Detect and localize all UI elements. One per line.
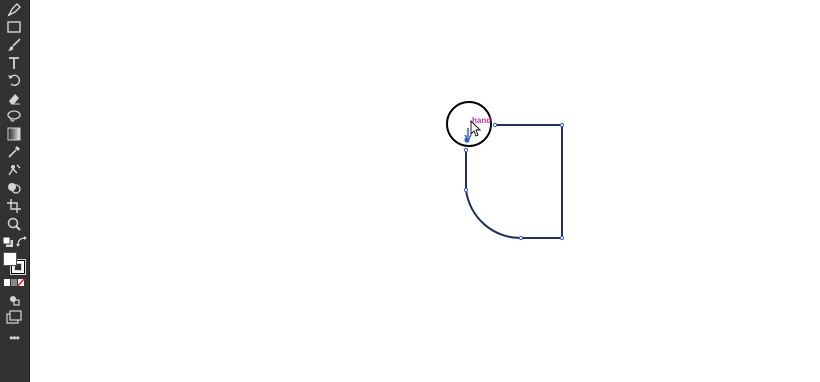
anchor-point — [492, 122, 498, 128]
swap-fill-stroke-icon[interactable] — [16, 236, 28, 248]
anchor-point — [559, 235, 565, 241]
shape-builder-tool-icon[interactable] — [3, 180, 25, 196]
eraser-tool-icon[interactable] — [3, 90, 25, 106]
tools-panel: ••• — [0, 0, 30, 382]
artwork-svg — [446, 101, 565, 241]
artboard-tool-icon[interactable] — [3, 198, 25, 214]
screen-mode-icon[interactable] — [3, 309, 25, 325]
eyedropper-tool-icon[interactable] — [3, 144, 25, 160]
more-tools-button[interactable]: ••• — [3, 332, 25, 346]
anchor-point — [518, 235, 524, 241]
zoom-tool-icon[interactable] — [3, 216, 25, 232]
lasso-tool-icon[interactable] — [3, 108, 25, 124]
puppet-warp-tool-icon[interactable] — [3, 162, 25, 178]
pen-tool-icon[interactable] — [3, 2, 25, 18]
rotate-tool-icon[interactable] — [3, 72, 25, 88]
anchor-point — [559, 122, 565, 128]
rectangle-tool-icon[interactable] — [3, 19, 25, 35]
fill-swatch[interactable] — [3, 252, 17, 266]
smart-guide-label: hand — [472, 116, 492, 125]
color-mode-buttons — [3, 278, 25, 288]
fill-stroke-swatch[interactable] — [3, 252, 26, 275]
default-fill-stroke-icon[interactable] — [2, 236, 14, 248]
draw-mode-icon[interactable] — [3, 292, 25, 308]
anchor-point — [463, 187, 469, 193]
anchor-point — [463, 147, 469, 153]
type-tool-icon[interactable] — [3, 55, 25, 71]
paintbrush-tool-icon[interactable] — [3, 37, 25, 53]
gradient-tool-icon[interactable] — [3, 126, 25, 142]
anchor-point — [464, 137, 470, 143]
artboard-canvas[interactable]: hand — [31, 0, 820, 382]
